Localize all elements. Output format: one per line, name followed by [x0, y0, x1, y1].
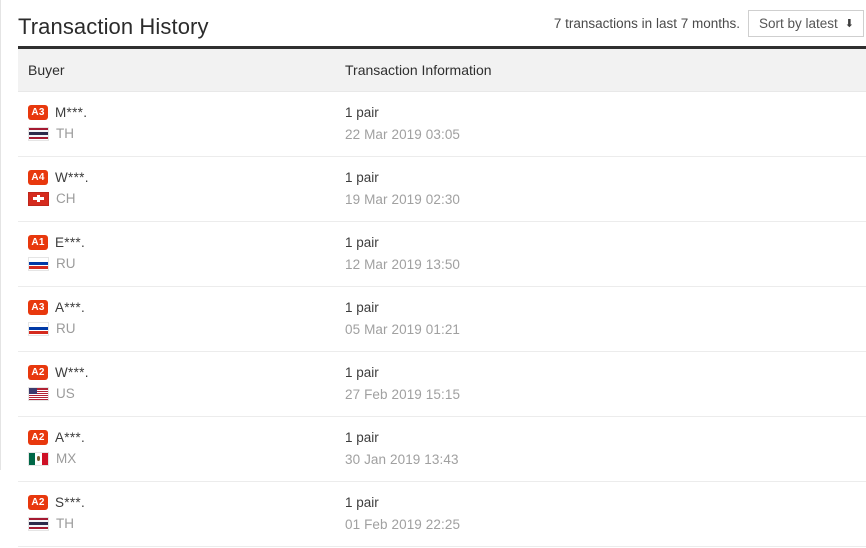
- buyer-country-code: CH: [56, 191, 76, 206]
- table-row: A3 A***. RU 1 pair 05 Mar 2019 01:21: [18, 286, 866, 352]
- page-title: Transaction History: [18, 14, 209, 39]
- buyer-rating-badge: A1: [28, 235, 48, 250]
- buyer-identity-line: A3 M***.: [28, 104, 335, 121]
- buyer-country-line: TH: [28, 515, 335, 532]
- buyer-rating-badge: A3: [28, 300, 48, 315]
- th-flag-icon: [28, 516, 49, 531]
- buyer-rating-badge: A2: [28, 365, 48, 380]
- column-header-buyer: Buyer: [18, 49, 335, 92]
- transaction-information-cell: 1 pair 30 Jan 2019 13:43: [335, 416, 866, 482]
- buyer-country-line: RU: [28, 255, 335, 272]
- buyer-rating-badge: A2: [28, 495, 48, 510]
- buyer-cell: A2 A***. MX: [18, 416, 335, 482]
- header-controls: 7 transactions in last 7 months. Sort by…: [554, 10, 864, 40]
- ch-flag-icon: [28, 191, 49, 206]
- buyer-country-code: US: [56, 386, 75, 401]
- buyer-name: M***.: [55, 105, 88, 120]
- transaction-information-cell: 1 pair 22 Mar 2019 03:05: [335, 91, 866, 157]
- buyer-name: W***.: [55, 170, 89, 185]
- buyer-country-code: RU: [56, 256, 76, 271]
- transaction-quantity: 1 pair: [345, 170, 379, 185]
- table-row: A2 S***. TH 1 pair 01 Feb 2019 22:25: [18, 481, 866, 547]
- buyer-identity-line: A2 A***.: [28, 429, 335, 446]
- mx-flag-icon: [28, 451, 49, 466]
- buyer-rating-badge: A3: [28, 105, 48, 120]
- buyer-country-line: MX: [28, 450, 335, 467]
- buyer-name: W***.: [55, 365, 89, 380]
- transaction-quantity: 1 pair: [345, 235, 379, 250]
- th-flag-icon: [28, 126, 49, 141]
- buyer-name: S***.: [55, 495, 86, 510]
- buyer-country-code: TH: [56, 516, 74, 531]
- transaction-information-cell: 1 pair 05 Mar 2019 01:21: [335, 286, 866, 352]
- buyer-cell: A2 S***. TH: [18, 481, 335, 547]
- buyer-country-line: US: [28, 385, 335, 402]
- table-row: A4 W***. CH 1 pair 19 Mar 2019 02:30: [18, 156, 866, 222]
- transaction-information-cell: 1 pair 27 Feb 2019 15:15: [335, 351, 866, 417]
- buyer-country-line: TH: [28, 125, 335, 142]
- buyer-country-code: TH: [56, 126, 74, 141]
- page-header: Transaction History 7 transactions in la…: [0, 0, 866, 46]
- buyer-name: A***.: [55, 430, 86, 445]
- chevron-down-icon: ⬇: [844, 18, 854, 30]
- transaction-datetime: 12 Mar 2019 13:50: [345, 257, 461, 272]
- transaction-information-cell: 1 pair 19 Mar 2019 02:30: [335, 156, 866, 222]
- column-header-transaction-information: Transaction Information: [335, 49, 866, 92]
- sort-by-label: Sort by latest: [758, 16, 838, 31]
- ru-flag-icon: [28, 256, 49, 271]
- buyer-identity-line: A2 W***.: [28, 364, 335, 381]
- buyer-identity-line: A3 A***.: [28, 299, 335, 316]
- transaction-information-cell: 1 pair 01 Feb 2019 22:25: [335, 481, 866, 547]
- buyer-country-line: CH: [28, 190, 335, 207]
- transaction-quantity: 1 pair: [345, 430, 379, 445]
- transaction-quantity: 1 pair: [345, 495, 379, 510]
- buyer-rating-badge: A2: [28, 430, 48, 445]
- transaction-quantity: 1 pair: [345, 365, 379, 380]
- transaction-quantity: 1 pair: [345, 300, 379, 315]
- table-header-row: Buyer Transaction Information: [18, 49, 866, 92]
- buyer-name: A***.: [55, 300, 86, 315]
- transaction-datetime: 22 Mar 2019 03:05: [345, 127, 461, 142]
- transaction-datetime: 01 Feb 2019 22:25: [345, 517, 461, 532]
- buyer-cell: A4 W***. CH: [18, 156, 335, 222]
- transaction-datetime: 30 Jan 2019 13:43: [345, 452, 459, 467]
- buyer-cell: A2 W***. US: [18, 351, 335, 417]
- transaction-information-cell: 1 pair 12 Mar 2019 13:50: [335, 221, 866, 287]
- table-header: Buyer Transaction Information: [18, 49, 866, 92]
- us-flag-icon: [28, 386, 49, 401]
- transaction-datetime: 27 Feb 2019 15:15: [345, 387, 461, 402]
- buyer-rating-badge: A4: [28, 170, 48, 185]
- table-row: A2 A***. MX 1 pair 30 Jan 2019 13:43: [18, 416, 866, 482]
- buyer-identity-line: A4 W***.: [28, 169, 335, 186]
- buyer-country-code: MX: [56, 451, 77, 466]
- buyer-identity-line: A1 E***.: [28, 234, 335, 251]
- table-row: A1 E***. RU 1 pair 12 Mar 2019 13:50: [18, 221, 866, 287]
- buyer-name: E***.: [55, 235, 86, 250]
- buyer-country-line: RU: [28, 320, 335, 337]
- ru-flag-icon: [28, 321, 49, 336]
- table-body: A3 M***. TH 1 pair 22 Mar 2019 03:05 A4 …: [18, 91, 866, 547]
- transaction-quantity: 1 pair: [345, 105, 379, 120]
- transaction-datetime: 19 Mar 2019 02:30: [345, 192, 461, 207]
- buyer-country-code: RU: [56, 321, 76, 336]
- table-row: A2 W***. US 1 pair 27 Feb 2019 15:15: [18, 351, 866, 417]
- buyer-cell: A1 E***. RU: [18, 221, 335, 287]
- transaction-history-page: Transaction History 7 transactions in la…: [0, 0, 866, 548]
- transaction-table: Buyer Transaction Information A3 M***. T…: [18, 49, 866, 547]
- transaction-count-text: 7 transactions in last 7 months.: [553, 16, 740, 31]
- transaction-datetime: 05 Mar 2019 01:21: [345, 322, 461, 337]
- table-row: A3 M***. TH 1 pair 22 Mar 2019 03:05: [18, 91, 866, 157]
- buyer-identity-line: A2 S***.: [28, 494, 335, 511]
- buyer-cell: A3 M***. TH: [18, 91, 335, 157]
- panel-left-border: [0, 0, 1, 470]
- sort-by-dropdown[interactable]: Sort by latest ⬇: [747, 10, 864, 37]
- buyer-cell: A3 A***. RU: [18, 286, 335, 352]
